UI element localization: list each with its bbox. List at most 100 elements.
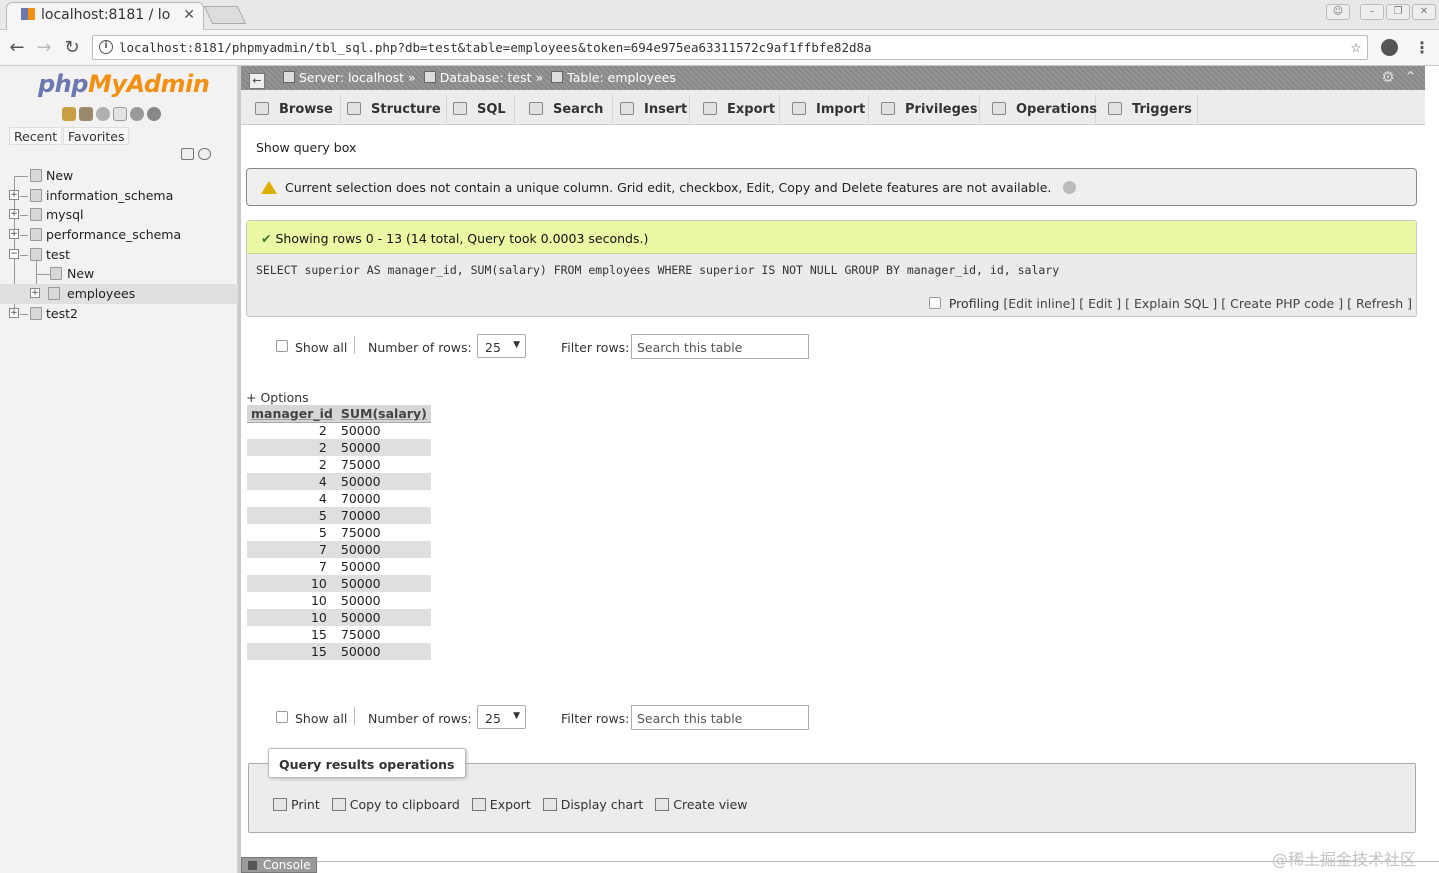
- collapse-all-icon[interactable]: [181, 148, 194, 160]
- export-icon: [703, 102, 717, 115]
- table-row[interactable]: 4 50000: [247, 473, 431, 490]
- minimize-button[interactable]: –: [1360, 4, 1384, 20]
- table-row[interactable]: 7 50000: [247, 541, 431, 558]
- table-row[interactable]: 15 75000: [247, 626, 431, 643]
- close-window-button[interactable]: ✕: [1412, 4, 1436, 20]
- new-tab-button[interactable]: [203, 6, 247, 24]
- display-chart-link[interactable]: Display chart: [542, 797, 643, 812]
- refresh-link[interactable]: [ Refresh ]: [1347, 296, 1412, 311]
- table-row[interactable]: 2 50000: [247, 439, 431, 456]
- tree-item-employees[interactable]: + employees: [0, 284, 238, 304]
- tree-item-new[interactable]: New: [0, 166, 238, 186]
- breadcrumb-server[interactable]: Server: localhost: [299, 70, 404, 85]
- show-all-checkbox[interactable]: [276, 711, 288, 723]
- expand-icon[interactable]: +: [9, 229, 19, 240]
- filter-rows-input[interactable]: Search this table: [631, 705, 809, 730]
- table-row[interactable]: 2 50000: [247, 422, 431, 439]
- table-row[interactable]: 10 50000: [247, 609, 431, 626]
- tab-browse[interactable]: Browse: [255, 95, 341, 123]
- phpmyadmin-logo[interactable]: phpMyAdmin: [38, 70, 210, 98]
- breadcrumb-database[interactable]: Database: test: [440, 70, 532, 85]
- collapse-icon[interactable]: −: [9, 248, 19, 259]
- reload-nav-icon[interactable]: [147, 106, 161, 121]
- table-row[interactable]: 10 50000: [247, 575, 431, 592]
- browser-tab[interactable]: localhost:8181 / lo ✕: [6, 2, 204, 30]
- table-row[interactable]: 2 75000: [247, 456, 431, 473]
- favorites-tab[interactable]: Favorites: [63, 127, 130, 145]
- link-with-main-icon[interactable]: [198, 148, 211, 160]
- tree-item-information-schema[interactable]: + information_schema: [0, 186, 238, 206]
- console-toggle[interactable]: Console: [241, 857, 317, 873]
- profile-icon[interactable]: ☺: [1326, 4, 1350, 20]
- docs-icon[interactable]: [113, 106, 127, 121]
- table-row[interactable]: 15 50000: [247, 643, 431, 660]
- tab-structure[interactable]: Structure: [347, 95, 447, 123]
- export-link[interactable]: Export: [471, 797, 531, 812]
- settings-gear-icon[interactable]: ⚙: [1381, 68, 1394, 86]
- explain-sql-link[interactable]: [ Explain SQL ]: [1125, 296, 1217, 311]
- browser-menu-icon[interactable]: ⋮: [1414, 38, 1430, 57]
- help-icon[interactable]: [1063, 181, 1077, 194]
- print-link[interactable]: Print: [273, 797, 320, 812]
- expand-icon[interactable]: +: [9, 307, 19, 318]
- settings-icon[interactable]: [130, 106, 144, 121]
- collapse-top-icon[interactable]: ⌃: [1404, 68, 1417, 86]
- collapse-nav-icon[interactable]: ←: [249, 73, 265, 89]
- create-php-code-link[interactable]: [ Create PHP code ]: [1221, 296, 1343, 311]
- extension-icon[interactable]: [1381, 39, 1398, 56]
- expand-icon[interactable]: +: [30, 288, 40, 299]
- show-all-checkbox[interactable]: [276, 340, 288, 352]
- tab-sql[interactable]: SQL: [453, 95, 515, 123]
- profiling-checkbox[interactable]: [928, 297, 941, 309]
- breadcrumb-table[interactable]: Table: employees: [567, 70, 676, 85]
- create-view-link[interactable]: Create view: [655, 797, 748, 812]
- options-toggle[interactable]: + Options: [246, 390, 309, 405]
- tab-export[interactable]: Export: [703, 95, 780, 123]
- table-row[interactable]: 5 75000: [247, 524, 431, 541]
- tree-item-test[interactable]: − test: [0, 245, 238, 295]
- bookmark-star-icon[interactable]: ☆: [1351, 37, 1361, 57]
- reload-icon[interactable]: ↻: [61, 37, 83, 58]
- filter-rows-input[interactable]: Search this table: [631, 334, 809, 359]
- tab-import[interactable]: Import: [792, 95, 869, 123]
- tab-insert[interactable]: Insert: [620, 95, 690, 123]
- table-row[interactable]: 5 70000: [247, 507, 431, 524]
- tree-item-test-new[interactable]: New: [0, 264, 238, 284]
- main-content: ← Server: localhost » Database: test » T…: [241, 66, 1439, 873]
- query-actions: Profiling [Edit inline] [ Edit ] [ Expla…: [928, 296, 1412, 311]
- sql-query-icon[interactable]: [79, 106, 93, 121]
- table-row[interactable]: 4 70000: [247, 490, 431, 507]
- edit-inline-link[interactable]: [Edit inline]: [1003, 296, 1075, 311]
- logout-icon[interactable]: [96, 106, 110, 121]
- tab-triggers[interactable]: Triggers: [1108, 95, 1198, 123]
- recent-tab[interactable]: Recent: [9, 127, 63, 145]
- back-icon[interactable]: ←: [6, 37, 28, 58]
- show-all-label[interactable]: Show all: [295, 711, 347, 726]
- copy-to-clipboard-link[interactable]: Copy to clipboard: [331, 797, 460, 812]
- expand-icon[interactable]: +: [9, 209, 19, 220]
- rows-per-page-select[interactable]: 25 ▼: [477, 705, 526, 729]
- rows-per-page-select[interactable]: 25 ▼: [477, 334, 526, 358]
- tree-item-mysql[interactable]: + mysql: [0, 205, 238, 225]
- dropdown-caret-icon: ▼: [513, 711, 520, 721]
- maximize-button[interactable]: ❐: [1386, 4, 1410, 20]
- tab-search[interactable]: Search: [529, 95, 613, 123]
- tab-privileges[interactable]: Privileges: [881, 95, 980, 123]
- home-icon[interactable]: [62, 106, 76, 121]
- table-row[interactable]: 10 50000: [247, 592, 431, 609]
- table-row[interactable]: 7 50000: [247, 558, 431, 575]
- edit-link[interactable]: [ Edit ]: [1079, 296, 1121, 311]
- url-bar[interactable]: i localhost:8181/phpmyadmin/tbl_sql.php?…: [92, 35, 1368, 60]
- column-header-manager-id[interactable]: manager_id: [247, 405, 337, 423]
- tree-item-test2[interactable]: + test2: [0, 304, 238, 324]
- tab-operations[interactable]: Operations: [992, 95, 1097, 123]
- column-header-sum-salary[interactable]: SUM(salary): [336, 405, 431, 423]
- info-icon[interactable]: i: [99, 40, 113, 54]
- show-all-label[interactable]: Show all: [295, 340, 347, 355]
- tree-item-performance-schema[interactable]: + performance_schema: [0, 225, 238, 245]
- sql-query-text[interactable]: SELECT superior AS manager_id, SUM(salar…: [256, 263, 1059, 277]
- show-query-box-link[interactable]: Show query box: [256, 140, 356, 155]
- expand-icon[interactable]: +: [9, 189, 19, 200]
- tab-close-icon[interactable]: ✕: [183, 7, 195, 23]
- forward-icon[interactable]: →: [33, 37, 55, 58]
